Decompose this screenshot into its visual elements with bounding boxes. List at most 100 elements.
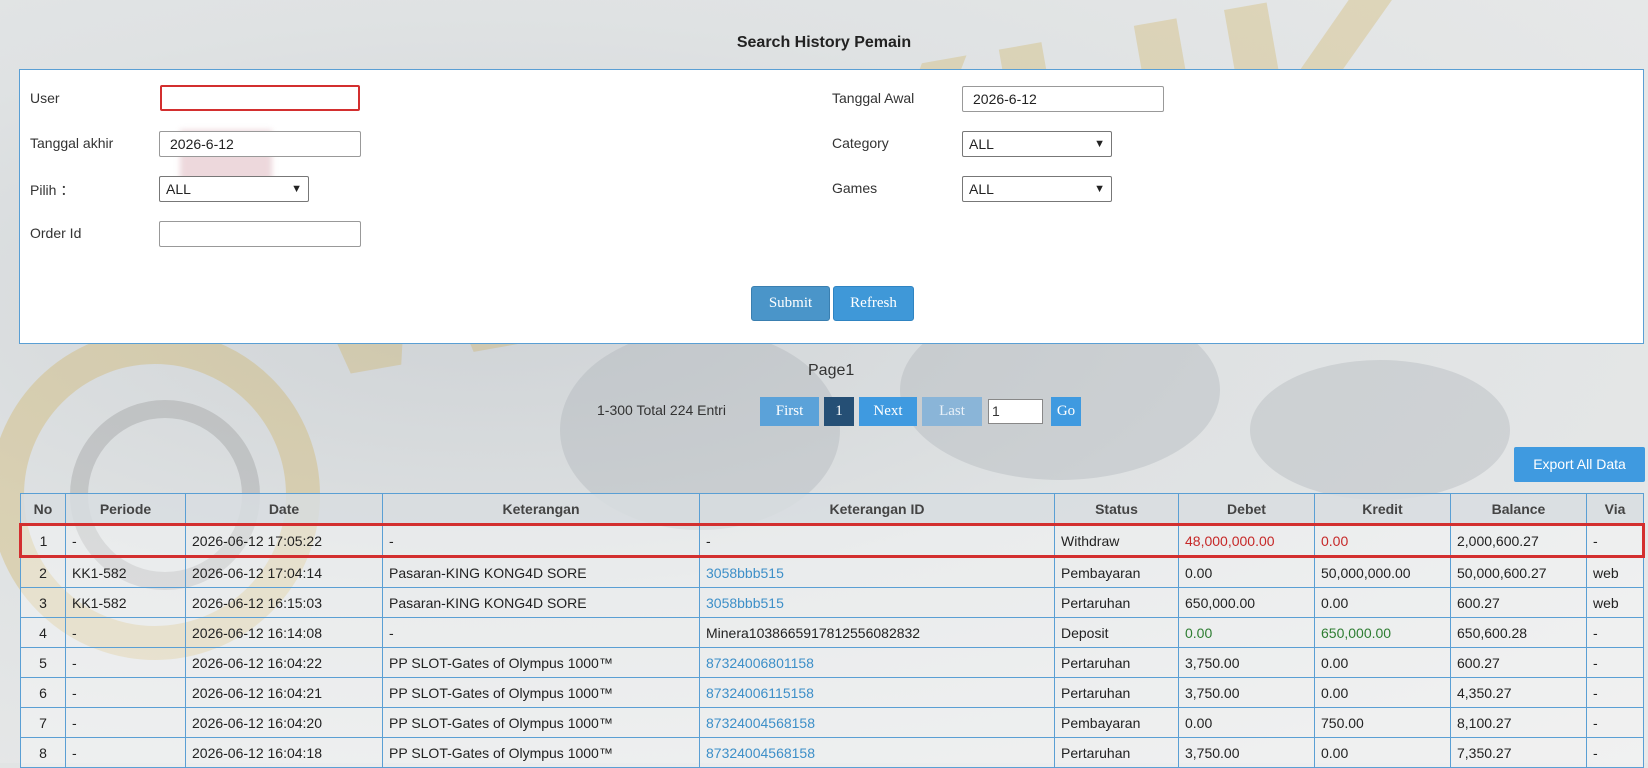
- cell-date: 2026-06-12 16:04:22: [185, 647, 383, 678]
- col-header-kredit: Kredit: [1314, 493, 1451, 525]
- cell-balance: 600.27: [1450, 587, 1587, 618]
- cell-keterangan: -: [382, 523, 700, 558]
- cell-date: 2026-06-12 16:14:08: [185, 617, 383, 648]
- entries-count: 1-300 Total 224 Entri: [597, 402, 726, 418]
- tanggal-akhir-input[interactable]: 2026-6-12: [159, 131, 361, 157]
- col-header-balance: Balance: [1450, 493, 1587, 525]
- cell-keterangan-id-link[interactable]: 87324004568158: [699, 737, 1055, 768]
- pilih-label: Pilih ：: [30, 182, 75, 198]
- table-row: 8 - 2026-06-12 16:04:18 PP SLOT-Gates of…: [20, 737, 1644, 768]
- cell-no: 4: [20, 617, 66, 648]
- cell-balance: 7,350.27: [1450, 737, 1587, 768]
- cell-keterangan: Pasaran-KING KONG4D SORE: [382, 587, 700, 618]
- cell-debet: 3,750.00: [1178, 737, 1315, 768]
- cell-keterangan-id-link[interactable]: 87324004568158: [699, 707, 1055, 738]
- col-header-keterangan: Keterangan: [382, 493, 700, 525]
- table-row: 6 - 2026-06-12 16:04:21 PP SLOT-Gates of…: [20, 677, 1644, 708]
- col-header-date: Date: [185, 493, 383, 525]
- col-header-status: Status: [1054, 493, 1179, 525]
- cell-keterangan-id-link[interactable]: 3058bbb515: [699, 587, 1055, 618]
- first-page-button[interactable]: First: [760, 397, 819, 426]
- cell-status: Pertaruhan: [1054, 737, 1179, 768]
- cell-periode: -: [65, 617, 186, 648]
- category-value: ALL: [969, 136, 994, 152]
- cell-via: web: [1586, 587, 1644, 618]
- cell-kredit: 50,000,000.00: [1314, 556, 1451, 588]
- col-header-periode: Periode: [65, 493, 186, 525]
- category-select[interactable]: ALL ▼: [962, 131, 1112, 157]
- cell-kredit: 0.00: [1314, 677, 1451, 708]
- history-table: No Periode Date Keterangan Keterangan ID…: [19, 493, 1645, 768]
- cell-balance: 50,000,600.27: [1450, 556, 1587, 588]
- cell-debet: 48,000,000.00: [1178, 523, 1315, 558]
- pilih-select[interactable]: ALL ▼: [159, 176, 309, 202]
- map-shape: [1250, 360, 1510, 500]
- cell-balance: 600.27: [1450, 647, 1587, 678]
- last-page-button[interactable]: Last: [922, 397, 982, 426]
- table-row: 1 - 2026-06-12 17:05:22 - - Withdraw 48,…: [19, 523, 1645, 558]
- cell-status: Pembayaran: [1054, 556, 1179, 588]
- cell-balance: 650,600.28: [1450, 617, 1587, 648]
- tanggal-akhir-label: Tanggal akhir: [30, 135, 114, 151]
- page-label: Page1: [808, 362, 855, 379]
- cell-keterangan-id-link[interactable]: 3058bbb515: [699, 556, 1055, 588]
- go-button[interactable]: Go: [1051, 397, 1081, 426]
- cell-debet: 0.00: [1178, 707, 1315, 738]
- table-row: 2 KK1-582 2026-06-12 17:04:14 Pasaran-KI…: [20, 556, 1644, 588]
- cell-via: web: [1586, 556, 1644, 588]
- table-row: 7 - 2026-06-12 16:04:20 PP SLOT-Gates of…: [20, 707, 1644, 738]
- cell-balance: 8,100.27: [1450, 707, 1587, 738]
- tanggal-awal-label: Tanggal Awal: [832, 90, 915, 106]
- export-all-data-button[interactable]: Export All Data: [1514, 447, 1645, 482]
- table-row: 3 KK1-582 2026-06-12 16:15:03 Pasaran-KI…: [20, 587, 1644, 618]
- cell-keterangan-id-link[interactable]: 87324006115158: [699, 677, 1055, 708]
- cell-balance: 4,350.27: [1450, 677, 1587, 708]
- cell-periode: -: [65, 647, 186, 678]
- cell-debet: 3,750.00: [1178, 647, 1315, 678]
- pilih-value: ALL: [166, 181, 191, 197]
- cell-kredit: 0.00: [1314, 647, 1451, 678]
- search-form-panel: User Tanggal Awal 2026-6-12 Tanggal akhi…: [19, 69, 1644, 344]
- user-input[interactable]: [160, 85, 360, 111]
- cell-debet: 0.00: [1178, 617, 1315, 648]
- cell-date: 2026-06-12 16:04:21: [185, 677, 383, 708]
- page-number-input[interactable]: 1: [988, 399, 1043, 424]
- page-title: Search History Pemain: [736, 34, 912, 51]
- order-id-input[interactable]: [159, 221, 361, 247]
- cell-no: 6: [20, 677, 66, 708]
- tanggal-awal-input[interactable]: 2026-6-12: [962, 86, 1164, 112]
- chevron-down-icon: ▼: [291, 183, 302, 195]
- cell-kredit: 0.00: [1314, 737, 1451, 768]
- next-page-button[interactable]: Next: [859, 397, 917, 426]
- refresh-button[interactable]: Refresh: [833, 286, 914, 321]
- cell-no: 1: [19, 523, 66, 558]
- cell-status: Pertaruhan: [1054, 647, 1179, 678]
- col-header-no: No: [20, 493, 66, 525]
- cell-status: Pembayaran: [1054, 707, 1179, 738]
- cell-debet: 0.00: [1178, 556, 1315, 588]
- cell-via: -: [1586, 737, 1644, 768]
- cell-kredit: 750.00: [1314, 707, 1451, 738]
- games-value: ALL: [969, 181, 994, 197]
- cell-periode: -: [65, 737, 186, 768]
- cell-kredit: 0.00: [1314, 587, 1451, 618]
- submit-button[interactable]: Submit: [751, 286, 830, 321]
- category-label: Category: [832, 135, 889, 151]
- cell-via: -: [1586, 647, 1644, 678]
- col-header-debet: Debet: [1178, 493, 1315, 525]
- table-header-row: No Periode Date Keterangan Keterangan ID…: [20, 493, 1644, 525]
- cell-no: 3: [20, 587, 66, 618]
- cell-keterangan: Pasaran-KING KONG4D SORE: [382, 556, 700, 588]
- cell-keterangan-id: Minera1038665917812556082832: [699, 617, 1055, 648]
- cell-via: -: [1586, 677, 1644, 708]
- games-select[interactable]: ALL ▼: [962, 176, 1112, 202]
- cell-kredit: 0.00: [1314, 523, 1451, 558]
- cell-balance: 2,000,600.27: [1450, 523, 1587, 558]
- cell-keterangan-id-link[interactable]: 87324006801158: [699, 647, 1055, 678]
- cell-status: Deposit: [1054, 617, 1179, 648]
- page-1-button[interactable]: 1: [824, 397, 854, 426]
- cell-no: 5: [20, 647, 66, 678]
- cell-status: Withdraw: [1054, 523, 1179, 558]
- table-row: 4 - 2026-06-12 16:14:08 - Minera10386659…: [20, 617, 1644, 648]
- cell-debet: 3,750.00: [1178, 677, 1315, 708]
